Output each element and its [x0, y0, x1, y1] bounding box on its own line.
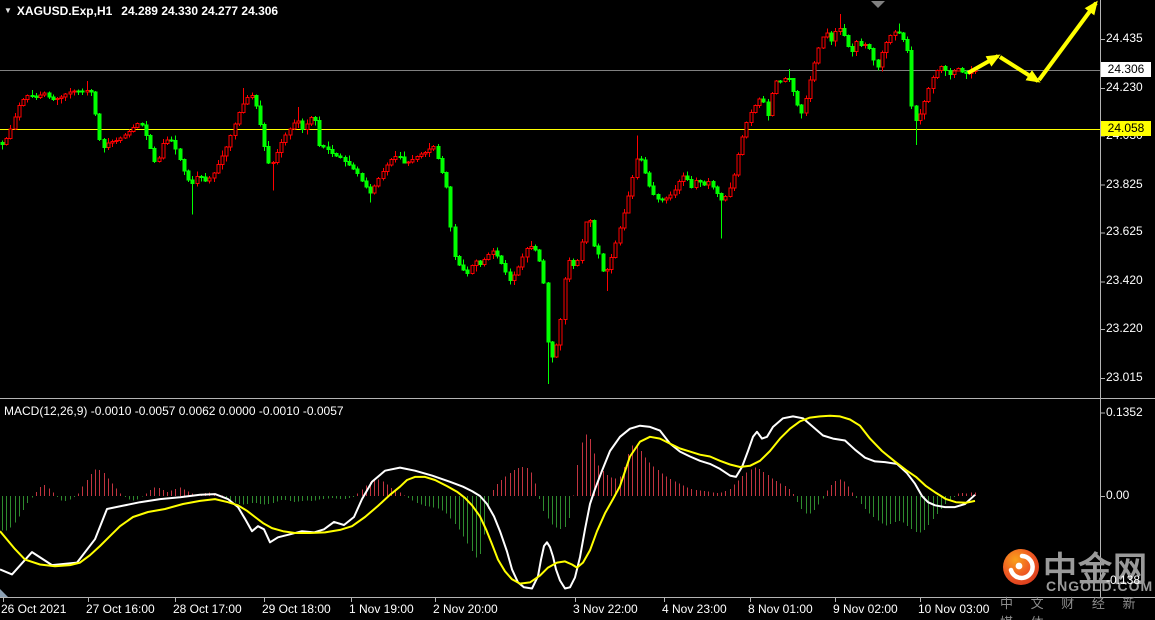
ohlc-values: 24.289 24.330 24.277 24.306	[121, 4, 279, 18]
time-tick-label: 29 Oct 18:00	[262, 602, 331, 616]
price-tick-label: 24.230	[1106, 79, 1143, 94]
signal-line	[0, 414, 976, 585]
macd-tick-label: 0.00	[1106, 488, 1130, 502]
macd-line	[0, 415, 976, 590]
price-tick-label: 23.220	[1106, 321, 1143, 336]
time-tick-label: 10 Nov 03:00	[918, 602, 990, 616]
time-tick-label: 2 Nov 20:00	[433, 602, 498, 616]
shift-marker-icon[interactable]	[871, 1, 885, 8]
time-tick-label: 26 Oct 2021	[1, 602, 67, 616]
price-badge: 24.058	[1101, 121, 1151, 136]
panel-resize-grip[interactable]	[0, 589, 8, 597]
time-tick-label: 27 Oct 16:00	[86, 602, 155, 616]
collapse-triangle-icon[interactable]: ▼	[4, 6, 12, 15]
panel-frame	[0, 0, 1155, 602]
time-tick-label: 3 Nov 22:00	[573, 602, 638, 616]
watermark-tagline: 中 文 财 经 新 媒 体	[1000, 596, 1143, 620]
price-tick-label: 23.625	[1106, 224, 1143, 239]
time-tick-label: 8 Nov 01:00	[748, 602, 813, 616]
cngold-logo-icon	[1003, 549, 1039, 585]
time-tick-label: 28 Oct 17:00	[173, 602, 242, 616]
price-tick-label: 24.435	[1106, 31, 1143, 45]
price-tick-label: 23.015	[1106, 369, 1143, 384]
time-tick-label: 1 Nov 19:00	[349, 602, 414, 616]
forecast-arrows[interactable]	[967, 0, 1098, 83]
time-tick-label: 4 Nov 23:00	[662, 602, 727, 616]
macd-tick-label: -0.138	[1106, 573, 1141, 588]
chart-title: ▼ XAGUSD.Exp,H1 24.289 24.330 24.277 24.30…	[4, 4, 278, 18]
price-tick-label: 23.825	[1106, 176, 1143, 191]
price-tick-label: 23.420	[1106, 273, 1143, 288]
mt4-chart-window: ▼ XAGUSD.Exp,H1 24.289 24.330 24.277 24.30…	[0, 0, 1155, 620]
price-badge: 24.306	[1101, 61, 1151, 77]
macd-indicator-label: MACD(12,26,9) -0.0010 -0.0057 0.0062 0.0…	[4, 404, 344, 418]
macd-tick-label: 0.1352	[1106, 404, 1143, 419]
chart-canvas[interactable]	[0, 0, 1155, 620]
symbol-label: XAGUSD.Exp,H1	[16, 4, 113, 18]
time-tick-label: 9 Nov 02:00	[833, 602, 898, 616]
candlesticks[interactable]	[0, 13, 978, 384]
